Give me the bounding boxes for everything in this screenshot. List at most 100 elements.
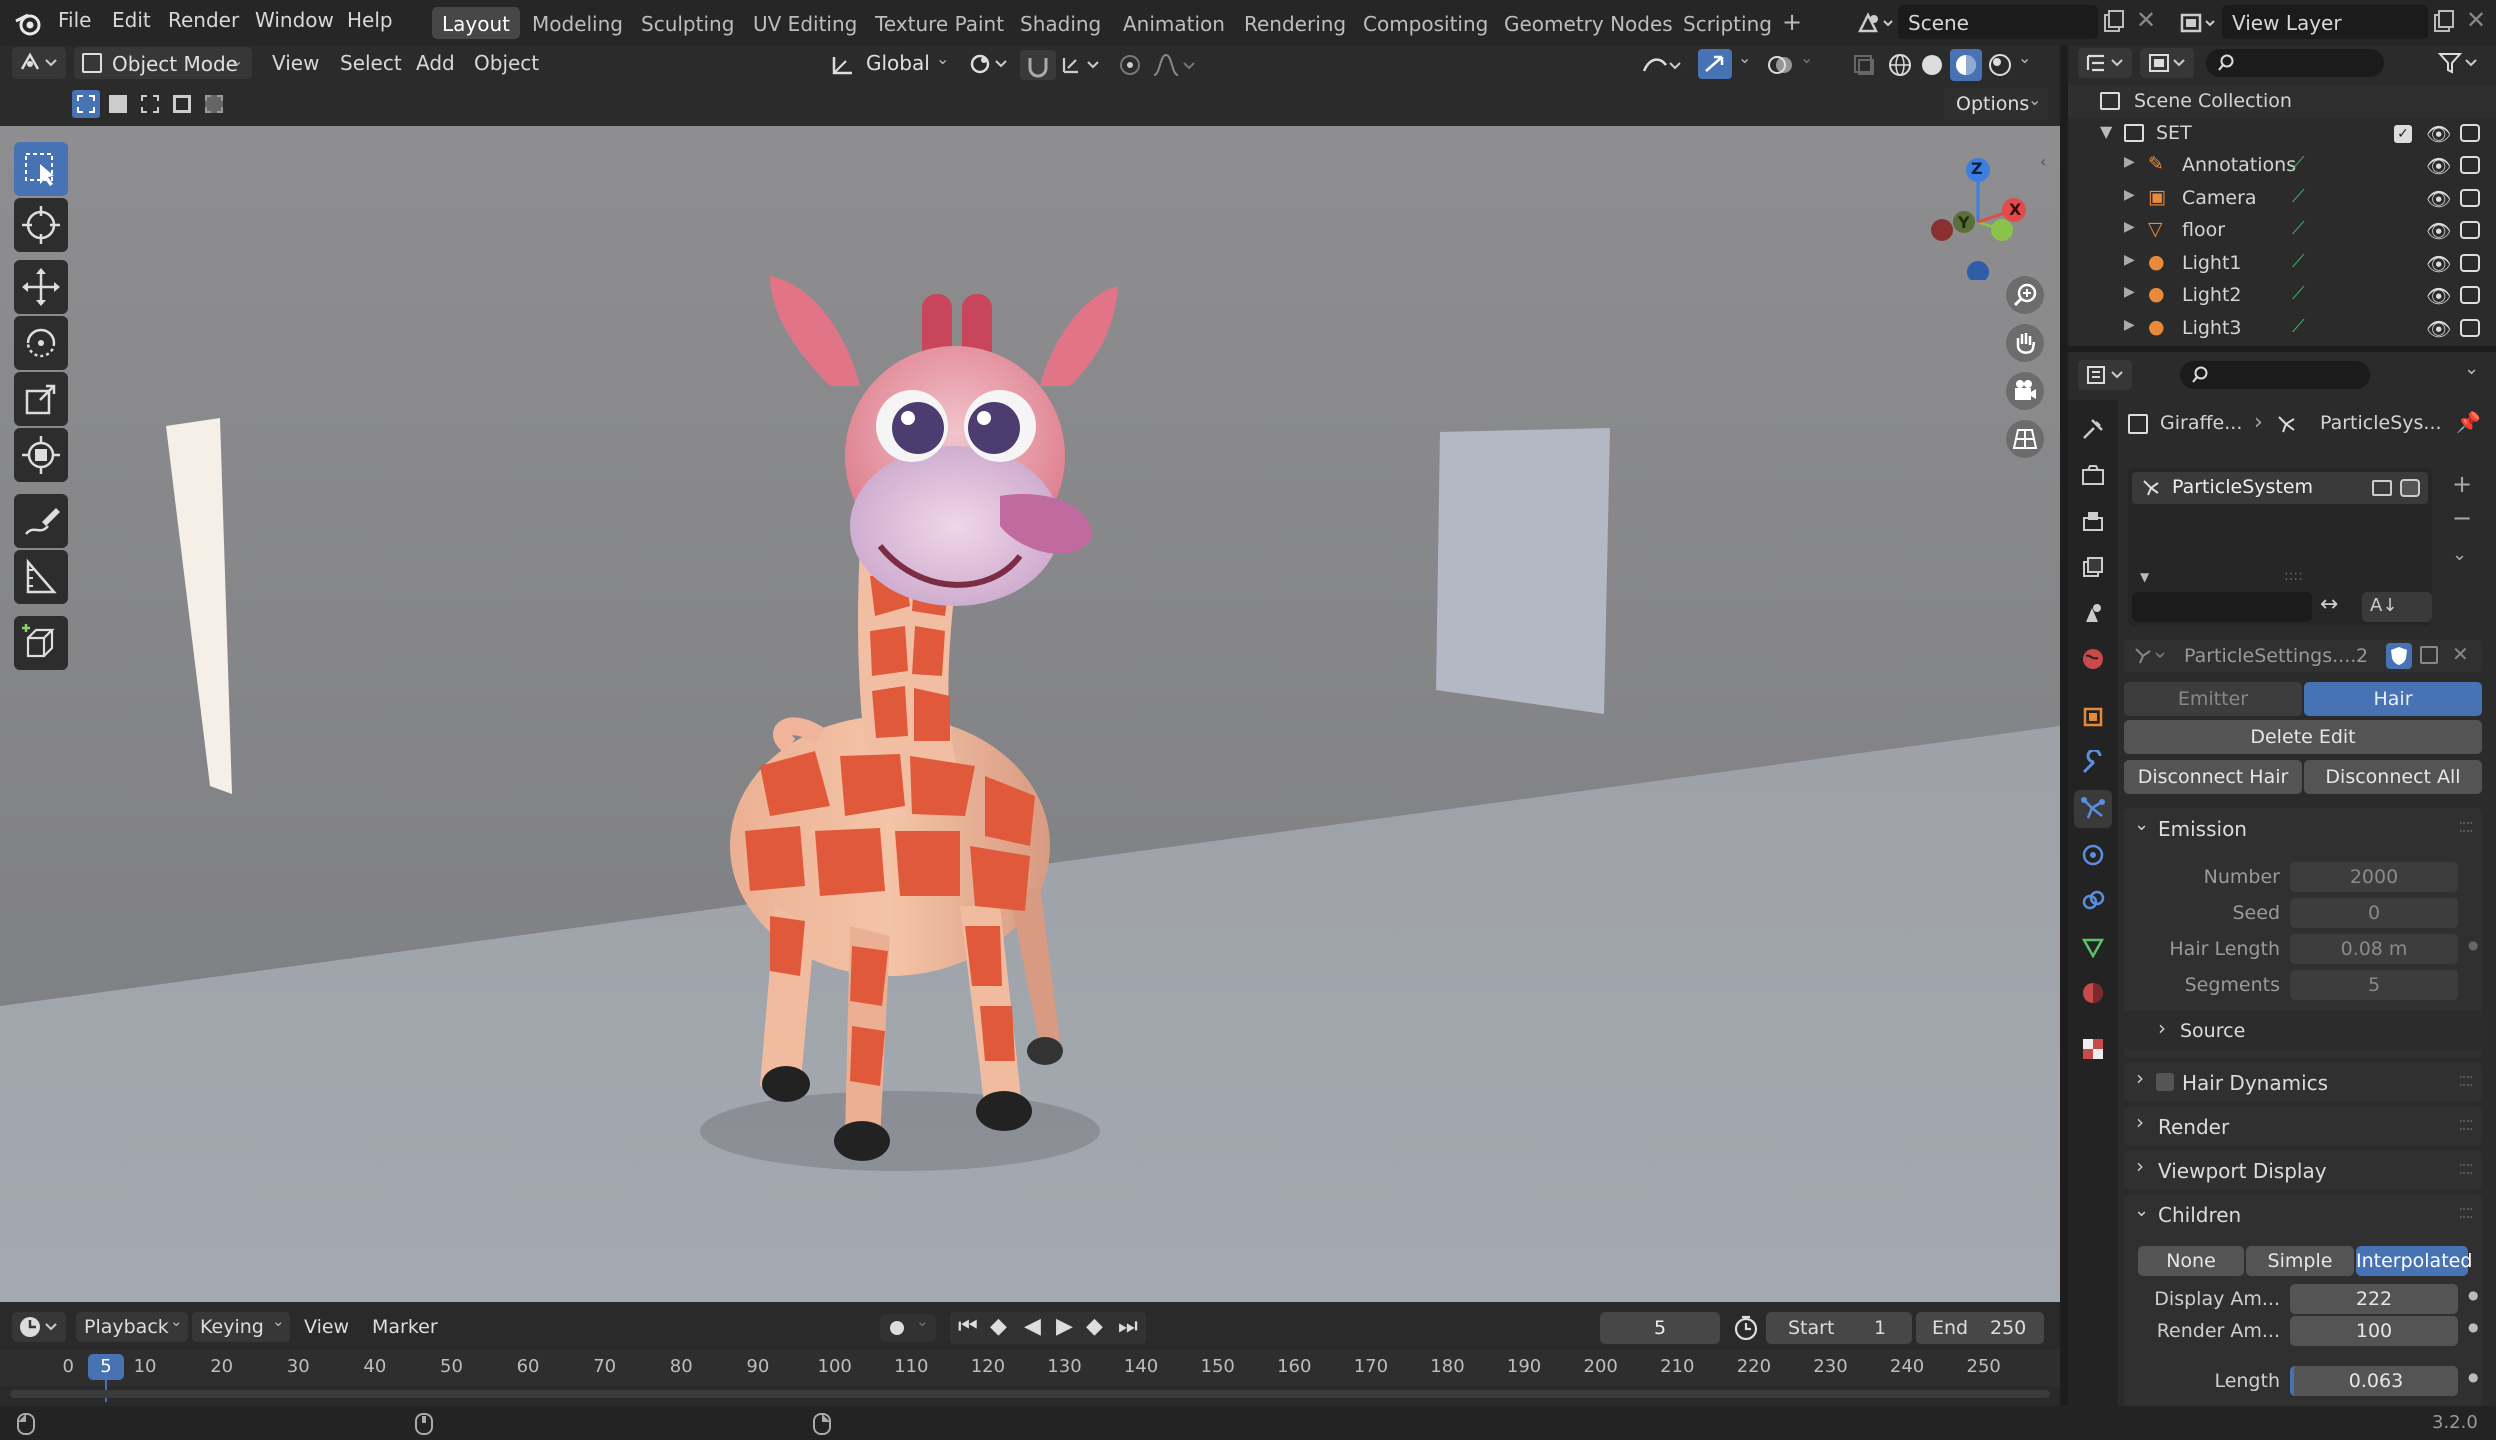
play-reverse-icon[interactable]: ◀ (1024, 1314, 1041, 1339)
falloff-icon[interactable] (1150, 51, 1200, 79)
xray-icon[interactable] (1850, 51, 1878, 79)
proportional-edit-icon[interactable] (1116, 51, 1144, 79)
tab-geometry-nodes[interactable]: Geometry Nodes (1494, 7, 1683, 39)
tab-texture-paint[interactable]: Texture Paint (865, 7, 1014, 39)
outliner-row-floor[interactable]: ▶ ▽ floor ⟋ 👁 (2068, 215, 2496, 247)
new-view-layer-icon[interactable] (2432, 9, 2456, 35)
next-keyframe-icon[interactable]: ◆ (1086, 1314, 1103, 1339)
drag-handle-icon[interactable] (2460, 1120, 2472, 1130)
sidebar-toggle-icon[interactable]: ‹ (2040, 152, 2046, 171)
measure-tool[interactable] (14, 550, 68, 604)
menu-object[interactable]: Object (474, 51, 539, 75)
cursor-tool[interactable] (14, 198, 68, 252)
timeline-marker-menu[interactable]: Marker (372, 1316, 438, 1338)
expand-icon[interactable]: ▶ (2124, 154, 2135, 170)
tool-tab-icon[interactable] (2080, 416, 2106, 442)
render-camera-icon[interactable] (2460, 286, 2480, 304)
children-none-button[interactable]: None (2138, 1246, 2244, 1276)
pan-hand-icon[interactable] (2006, 324, 2044, 362)
move-tool[interactable] (14, 260, 68, 314)
expand-icon[interactable]: ▶ (2124, 219, 2135, 235)
particles-tab-active[interactable] (2074, 790, 2112, 828)
rendered-shading-icon[interactable] (1986, 51, 2014, 79)
drag-handle-icon[interactable] (2460, 1164, 2472, 1174)
show-viewport-icon[interactable] (2372, 480, 2392, 496)
current-frame-field[interactable]: 5 (1600, 1312, 1720, 1344)
object-tab-icon[interactable] (2080, 704, 2106, 730)
add-slot-button[interactable]: + (2452, 470, 2472, 498)
menu-window[interactable]: Window (255, 8, 334, 32)
outliner-row-light3[interactable]: ▶ ● Light3 ⟋ 👁 (2068, 313, 2496, 345)
remove-slot-button[interactable]: − (2452, 504, 2472, 532)
start-frame-field[interactable]: Start 1 (1766, 1312, 1912, 1344)
filter-invert-icon[interactable]: ↔ (2320, 592, 2338, 617)
expand-icon[interactable]: ▶ (2124, 284, 2135, 300)
menu-select[interactable]: Select (340, 51, 402, 75)
tab-layout[interactable]: Layout (432, 7, 520, 39)
type-hair-button[interactable]: Hair (2304, 682, 2482, 716)
select-subtract-button[interactable] (136, 90, 164, 118)
menu-help[interactable]: Help (347, 8, 393, 32)
constraints-tab-icon[interactable] (2080, 888, 2106, 914)
view-layer-field[interactable]: View Layer (2222, 5, 2428, 39)
tab-animation[interactable]: Animation (1113, 7, 1235, 39)
list-filter-toggle[interactable]: ▼ (2140, 570, 2149, 584)
solid-shading-icon[interactable] (1918, 51, 1946, 79)
menu-file[interactable]: File (58, 8, 91, 32)
disconnect-all-button[interactable]: Disconnect All (2304, 760, 2482, 794)
object-data-icon[interactable]: ⟋ (2292, 153, 2305, 174)
jump-start-icon[interactable]: ⏮ (958, 1314, 978, 1339)
eye-icon[interactable]: 👁 (2426, 219, 2451, 243)
render-amount-field[interactable]: 100 (2290, 1316, 2458, 1346)
outliner-editor-type[interactable] (2078, 48, 2132, 78)
select-invert-button[interactable] (168, 90, 196, 118)
scene-field[interactable]: Scene (1898, 5, 2098, 39)
number-field[interactable]: 2000 (2290, 862, 2458, 892)
eye-icon[interactable]: 👁 (2426, 154, 2451, 178)
pivot-point-icon[interactable] (968, 51, 1012, 77)
select-intersect-button[interactable] (200, 90, 228, 118)
jump-end-icon[interactable]: ⏭ (1118, 1314, 1138, 1339)
expand-icon[interactable]: ▼ (2100, 122, 2112, 141)
render-panel[interactable]: › Render (2124, 1106, 2482, 1146)
mode-dropdown[interactable]: Object Mode ⌄ (74, 47, 252, 79)
material-shading-button[interactable] (1950, 49, 1982, 81)
particle-settings-selector[interactable]: ParticleSettings.... 2 ✕ (2124, 640, 2482, 672)
gizmo-dropdown-icon[interactable]: ⌄ (1738, 48, 1751, 67)
object-data-icon[interactable]: ⟋ (2292, 316, 2305, 337)
render-tab-icon[interactable] (2080, 462, 2106, 488)
children-simple-button[interactable]: Simple (2246, 1246, 2354, 1276)
menu-render[interactable]: Render (168, 8, 239, 32)
scene-tab-icon[interactable] (2080, 600, 2106, 626)
render-camera-icon[interactable] (2460, 188, 2480, 207)
menu-add[interactable]: Add (416, 51, 455, 75)
properties-editor-type[interactable] (2078, 360, 2132, 390)
expand-icon[interactable]: ▶ (2124, 317, 2135, 333)
tab-scripting[interactable]: Scripting (1673, 7, 1782, 39)
outliner-row-set[interactable]: ▼ SET ✓ 👁 (2068, 118, 2496, 150)
hair-dynamics-checkbox[interactable] (2156, 1073, 2174, 1091)
frame-ruler[interactable]: 0 10 20 30 40 50 60 70 80 90 100 110 120 130 140 150 160… (0, 1350, 2060, 1402)
render-camera-icon[interactable] (2460, 156, 2480, 174)
expand-icon[interactable]: ▶ (2124, 252, 2135, 268)
display-amount-field[interactable]: 222 (2290, 1284, 2458, 1314)
world-tab-icon[interactable] (2080, 646, 2106, 672)
delete-edit-button[interactable]: Delete Edit (2124, 720, 2482, 754)
children-interpolated-button[interactable]: Interpolated (2356, 1246, 2472, 1276)
breadcrumb-system[interactable]: ParticleSys... (2320, 412, 2442, 434)
snap-target-icon[interactable] (1058, 50, 1108, 80)
object-data-icon[interactable]: ⟋ (2292, 218, 2305, 239)
fake-user-shield-icon[interactable] (2386, 643, 2412, 669)
list-item[interactable]: ParticleSystem (2132, 472, 2428, 504)
seed-field[interactable]: 0 (2290, 898, 2458, 928)
auto-keying-toggle[interactable]: ⌄ (880, 1312, 936, 1342)
timeline-editor-type[interactable] (12, 1312, 66, 1342)
outliner-row-annotations[interactable]: ▶ ✎ Annotations ⟋ 👁 (2068, 150, 2496, 182)
object-visibility-icon[interactable] (1640, 51, 1686, 79)
outliner-search[interactable] (2206, 49, 2384, 77)
outliner-row-camera[interactable]: ▶ ▣ Camera ⟋ 👁 (2068, 183, 2496, 215)
render-camera-icon[interactable] (2460, 318, 2480, 337)
type-emitter-button[interactable]: Emitter (2124, 682, 2302, 716)
drag-handle-icon[interactable] (2460, 1208, 2472, 1218)
children-header[interactable]: ⌄ Children (2124, 1194, 2482, 1234)
